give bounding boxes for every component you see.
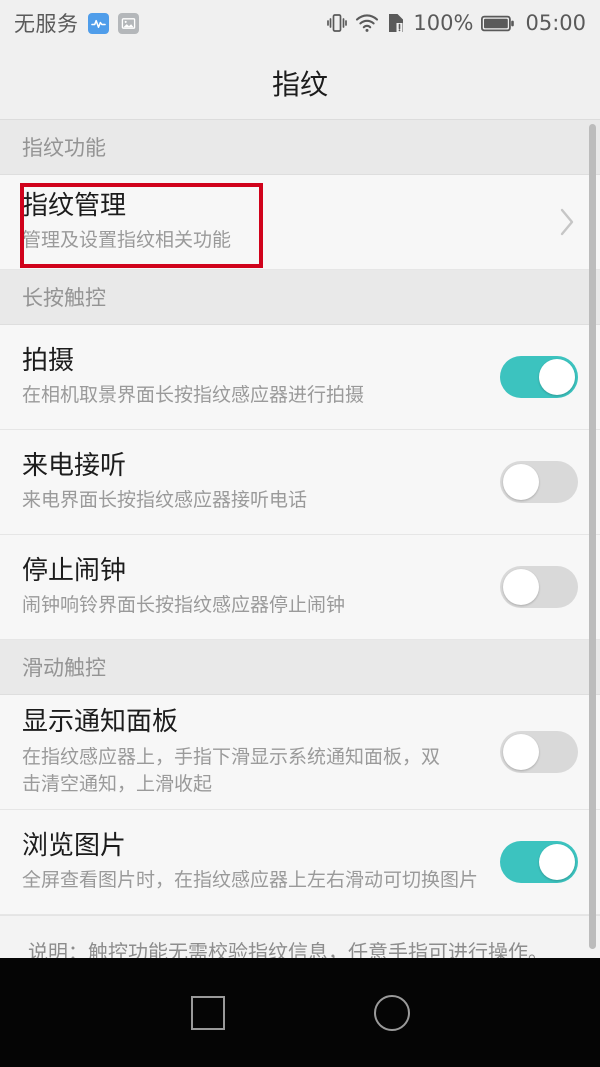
toggle-capture[interactable] <box>500 356 578 398</box>
section-header-long-press: 长按触控 <box>0 270 600 325</box>
navigation-bar <box>0 958 600 1067</box>
row-texts: 显示通知面板 在指纹感应器上，手指下滑显示系统通知面板，双击清空通知，上滑收起 <box>22 706 452 797</box>
row-texts: 拍摄 在相机取景界面长按指纹感应器进行拍摄 <box>22 345 364 409</box>
toggle-knob <box>539 844 575 880</box>
toggle-knob <box>539 359 575 395</box>
list-item-title: 指纹管理 <box>22 190 127 221</box>
toggle-knob <box>503 734 539 770</box>
sim-card-alert-icon <box>387 12 405 34</box>
footer-note-text: 说明：触控功能无需校验指纹信息，任意手指可进行操作。 <box>28 940 548 958</box>
clock-label: 05:00 <box>525 11 586 35</box>
list-item-title: 拍摄 <box>22 345 75 376</box>
phone-screen: 无服务 100% 05:00 指纹 指纹功能 指纹管理 管理及设置指纹相关功能 … <box>0 0 600 1067</box>
settings-list[interactable]: 指纹功能 指纹管理 管理及设置指纹相关功能 长按触控 拍摄 在相机取景界面长按指… <box>0 120 600 958</box>
chevron-right-icon <box>556 205 578 239</box>
battery-percent-label: 100% <box>413 11 474 35</box>
list-item-subtitle: 在相机取景界面长按指纹感应器进行拍摄 <box>22 384 365 407</box>
toggle-knob <box>503 464 539 500</box>
list-item-answer-call[interactable]: 来电接听 来电界面长按指纹感应器接听电话 <box>0 430 600 535</box>
list-item-subtitle: 在指纹感应器上，手指下滑显示系统通知面板，双击清空通知，上滑收起 <box>22 745 441 795</box>
vibrate-icon <box>327 12 348 34</box>
list-item-subtitle: 来电界面长按指纹感应器接听电话 <box>22 489 308 512</box>
health-app-icon <box>87 12 109 34</box>
section-label: 滑动触控 <box>22 656 106 680</box>
recents-square-icon[interactable] <box>186 991 230 1035</box>
section-label: 长按触控 <box>22 286 106 310</box>
wifi-icon <box>355 13 379 33</box>
list-item-subtitle: 管理及设置指纹相关功能 <box>22 229 232 252</box>
list-item-title: 停止闹钟 <box>22 555 127 586</box>
battery-full-icon <box>481 14 515 33</box>
list-item-show-notification-panel[interactable]: 显示通知面板 在指纹感应器上，手指下滑显示系统通知面板，双击清空通知，上滑收起 <box>0 695 600 810</box>
section-header-swipe: 滑动触控 <box>0 640 600 695</box>
carrier-label: 无服务 <box>14 12 79 36</box>
scrollbar-thumb[interactable] <box>589 124 596 949</box>
toggle-stop-alarm[interactable] <box>500 566 578 608</box>
title-bar: 指纹 <box>0 46 600 120</box>
list-item-title: 显示通知面板 <box>22 707 179 738</box>
section-label: 指纹功能 <box>22 136 106 160</box>
list-item-capture[interactable]: 拍摄 在相机取景界面长按指纹感应器进行拍摄 <box>0 325 600 430</box>
gallery-app-icon <box>117 12 139 34</box>
status-bar-right: 100% 05:00 <box>327 11 586 35</box>
list-item-title: 浏览图片 <box>22 830 127 861</box>
list-item-subtitle: 全屏查看图片时，在指纹感应器上左右滑动可切换图片 <box>22 869 479 892</box>
footer-note: 说明：触控功能无需校验指纹信息，任意手指可进行操作。 <box>0 915 600 958</box>
toggle-knob <box>503 569 539 605</box>
list-item-title: 来电接听 <box>22 450 127 481</box>
toggle-answer-call[interactable] <box>500 461 578 503</box>
toggle-browse-pictures[interactable] <box>500 841 578 883</box>
home-circle-icon[interactable] <box>370 991 414 1035</box>
row-texts: 停止闹钟 闹钟响铃界面长按指纹感应器停止闹钟 <box>22 555 345 619</box>
status-bar-left: 无服务 <box>14 8 139 38</box>
page-title: 指纹 <box>271 67 328 101</box>
section-header-fingerprint-functions: 指纹功能 <box>0 120 600 175</box>
row-texts: 来电接听 来电界面长按指纹感应器接听电话 <box>22 450 307 514</box>
list-item-browse-pictures[interactable]: 浏览图片 全屏查看图片时，在指纹感应器上左右滑动可切换图片 <box>0 810 600 915</box>
scrollbar[interactable] <box>589 122 596 956</box>
status-bar: 无服务 100% 05:00 <box>0 0 600 46</box>
list-item-stop-alarm[interactable]: 停止闹钟 闹钟响铃界面长按指纹感应器停止闹钟 <box>0 535 600 640</box>
toggle-show-notification-panel[interactable] <box>500 731 578 773</box>
row-texts: 指纹管理 管理及设置指纹相关功能 <box>22 190 231 254</box>
list-item-fingerprint-management[interactable]: 指纹管理 管理及设置指纹相关功能 <box>0 175 600 270</box>
list-item-subtitle: 闹钟响铃界面长按指纹感应器停止闹钟 <box>22 594 346 617</box>
row-texts: 浏览图片 全屏查看图片时，在指纹感应器上左右滑动可切换图片 <box>22 830 478 894</box>
